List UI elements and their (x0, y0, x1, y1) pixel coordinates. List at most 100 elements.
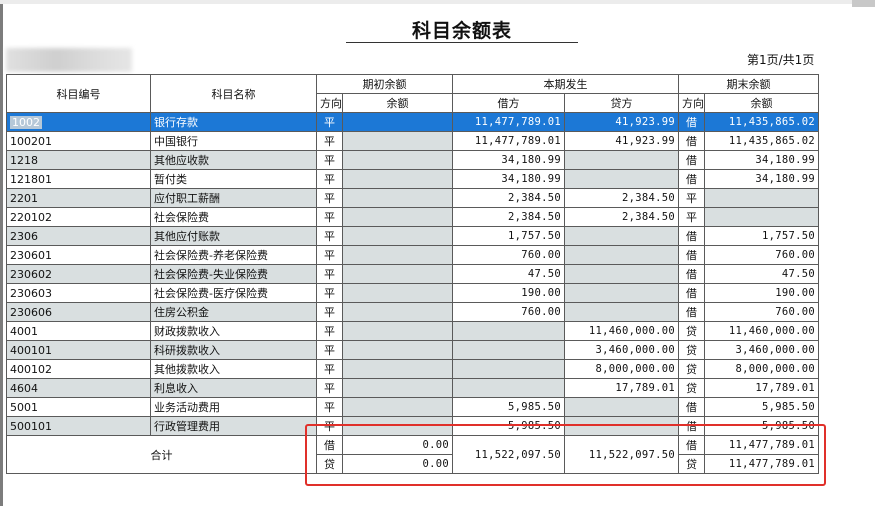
cell-open-balance (342, 131, 453, 151)
cell-close-balance: 5,985.50 (704, 397, 819, 417)
cell-credit (564, 283, 679, 303)
col-header-close-direction[interactable]: 方向 (678, 93, 705, 113)
highlight-box (305, 424, 826, 486)
cell-code: 2201 (6, 188, 151, 208)
cell-code: 400102 (6, 359, 151, 379)
col-header-open-direction[interactable]: 方向 (316, 93, 343, 113)
header-row-top: 科目编号 科目名称 期初余额 本期发生 期末余额 (6, 74, 819, 113)
table-row[interactable]: 5001 业务活动费用平 5,985.50 借 5,985.50 (6, 397, 819, 417)
cell-name: 其他应收款 (150, 150, 317, 170)
cell-close-direction: 借 (678, 264, 705, 284)
cell-credit (564, 150, 679, 170)
cell-debit: 1,757.50 (452, 226, 565, 246)
col-header-current[interactable]: 本期发生 (452, 74, 679, 94)
cell-debit: 760.00 (452, 302, 565, 322)
cell-close-balance: 3,460,000.00 (704, 340, 819, 360)
col-header-open-balance[interactable]: 余额 (342, 93, 453, 113)
cell-code: 500101 (6, 416, 151, 436)
col-header-code[interactable]: 科目编号 (6, 74, 151, 113)
cell-credit (564, 245, 679, 265)
cell-open-balance (342, 226, 453, 246)
cell-name: 社会保险费-医疗保险费 (150, 283, 317, 303)
col-header-close-balance[interactable]: 余额 (704, 93, 819, 113)
cell-debit (452, 321, 565, 341)
col-header-closing[interactable]: 期末余额 (678, 74, 819, 94)
cell-close-direction: 借 (678, 302, 705, 322)
col-header-debit[interactable]: 借方 (452, 93, 565, 113)
cell-code: 121801 (6, 169, 151, 189)
page-indicator: 第1页/共1页 (747, 53, 815, 67)
cell-name: 社会保险费-失业保险费 (150, 264, 317, 284)
cell-name: 住房公积金 (150, 302, 317, 322)
cell-close-direction: 借 (678, 245, 705, 265)
table-row[interactable]: 230606 住房公积金平 760.00 借 760.00 (6, 302, 819, 322)
table-row[interactable]: 230602 社会保险费-失业保险费平 47.50 借 47.50 (6, 264, 819, 284)
cell-code: 1218 (6, 150, 151, 170)
title-underline (346, 42, 578, 43)
table-row[interactable]: 400102 其他拨款收入平 8,000,000.00 贷 8,000,000.00 (6, 359, 819, 379)
cell-debit: 2,384.50 (452, 188, 565, 208)
cell-code: 100201 (6, 131, 151, 151)
table-body: 1002 银行存款平 11,477,789.01 41,923.99 借 11,435,8… (6, 112, 819, 436)
cell-open-direction: 平 (316, 397, 343, 417)
cell-close-balance: 760.00 (704, 302, 819, 322)
cell-name: 利息收入 (150, 378, 317, 398)
cell-open-balance (342, 207, 453, 227)
cell-open-balance (342, 245, 453, 265)
col-header-opening[interactable]: 期初余额 (316, 74, 453, 94)
cell-open-balance (342, 397, 453, 417)
table-row[interactable]: 121801 暂付类平 34,180.99 借 34,180.99 (6, 169, 819, 189)
cell-close-balance: 8,000,000.00 (704, 359, 819, 379)
col-header-name[interactable]: 科目名称 (150, 74, 317, 113)
cell-debit: 47.50 (452, 264, 565, 284)
cell-open-direction: 平 (316, 226, 343, 246)
cell-code: 220102 (6, 207, 151, 227)
cell-open-balance (342, 359, 453, 379)
selected-code-text: 1002 (10, 115, 42, 129)
cell-close-direction: 借 (678, 283, 705, 303)
cell-name: 银行存款 (150, 112, 317, 132)
table-row[interactable]: 220102 社会保险费平 2,384.50 2,384.50 平 (6, 207, 819, 227)
cell-code: 230602 (6, 264, 151, 284)
cell-open-direction: 平 (316, 245, 343, 265)
cell-code: 230606 (6, 302, 151, 322)
table-row[interactable]: 1002 银行存款平 11,477,789.01 41,923.99 借 11,435,8… (6, 112, 819, 132)
cell-debit: 5,985.50 (452, 397, 565, 417)
cell-code: 230601 (6, 245, 151, 265)
cell-open-balance (342, 321, 453, 341)
table-row[interactable]: 230603 社会保险费-医疗保险费平 190.00 借 190.00 (6, 283, 819, 303)
cell-debit: 34,180.99 (452, 169, 565, 189)
cell-open-balance (342, 150, 453, 170)
cell-debit (452, 359, 565, 379)
cell-open-direction: 平 (316, 378, 343, 398)
cell-credit (564, 302, 679, 322)
cell-open-direction: 平 (316, 188, 343, 208)
cell-open-direction: 平 (316, 169, 343, 189)
cell-credit: 2,384.50 (564, 207, 679, 227)
balance-table: 科目编号 科目名称 期初余额 本期发生 期末余额 方向 余额 借方 贷方 方向 … (6, 74, 819, 474)
table-row[interactable]: 2306 其他应付账款平 1,757.50 借 1,757.50 (6, 226, 819, 246)
cell-open-balance (342, 283, 453, 303)
cell-close-direction: 贷 (678, 340, 705, 360)
cell-open-direction: 平 (316, 264, 343, 284)
col-header-credit[interactable]: 贷方 (564, 93, 679, 113)
cell-open-direction: 平 (316, 112, 343, 132)
table-row[interactable]: 100201 中国银行平 11,477,789.01 41,923.99 借 11,435… (6, 131, 819, 151)
table-row[interactable]: 2201 应付职工薪酬平 2,384.50 2,384.50 平 (6, 188, 819, 208)
table-row[interactable]: 400101 科研拨款收入平 3,460,000.00 贷 3,460,000.00 (6, 340, 819, 360)
table-row[interactable]: 1218 其他应收款平 34,180.99 借 34,180.99 (6, 150, 819, 170)
cell-open-balance (342, 264, 453, 284)
table-row[interactable]: 4001 财政拨款收入平 11,460,000.00 贷 11,460,000.00 (6, 321, 819, 341)
report-title: 科目余额表 (411, 20, 512, 42)
cell-open-direction: 平 (316, 150, 343, 170)
cell-credit (564, 264, 679, 284)
cell-close-balance: 34,180.99 (704, 150, 819, 170)
cell-open-direction: 平 (316, 321, 343, 341)
table-row[interactable]: 4604 利息收入平 17,789.01 贷 17,789.01 (6, 378, 819, 398)
cell-code: 400101 (6, 340, 151, 360)
table-row[interactable]: 230601 社会保险费-养老保险费平 760.00 借 760.00 (6, 245, 819, 265)
cell-close-direction: 贷 (678, 321, 705, 341)
cell-code: 4001 (6, 321, 151, 341)
cell-close-direction: 借 (678, 169, 705, 189)
cell-credit (564, 397, 679, 417)
